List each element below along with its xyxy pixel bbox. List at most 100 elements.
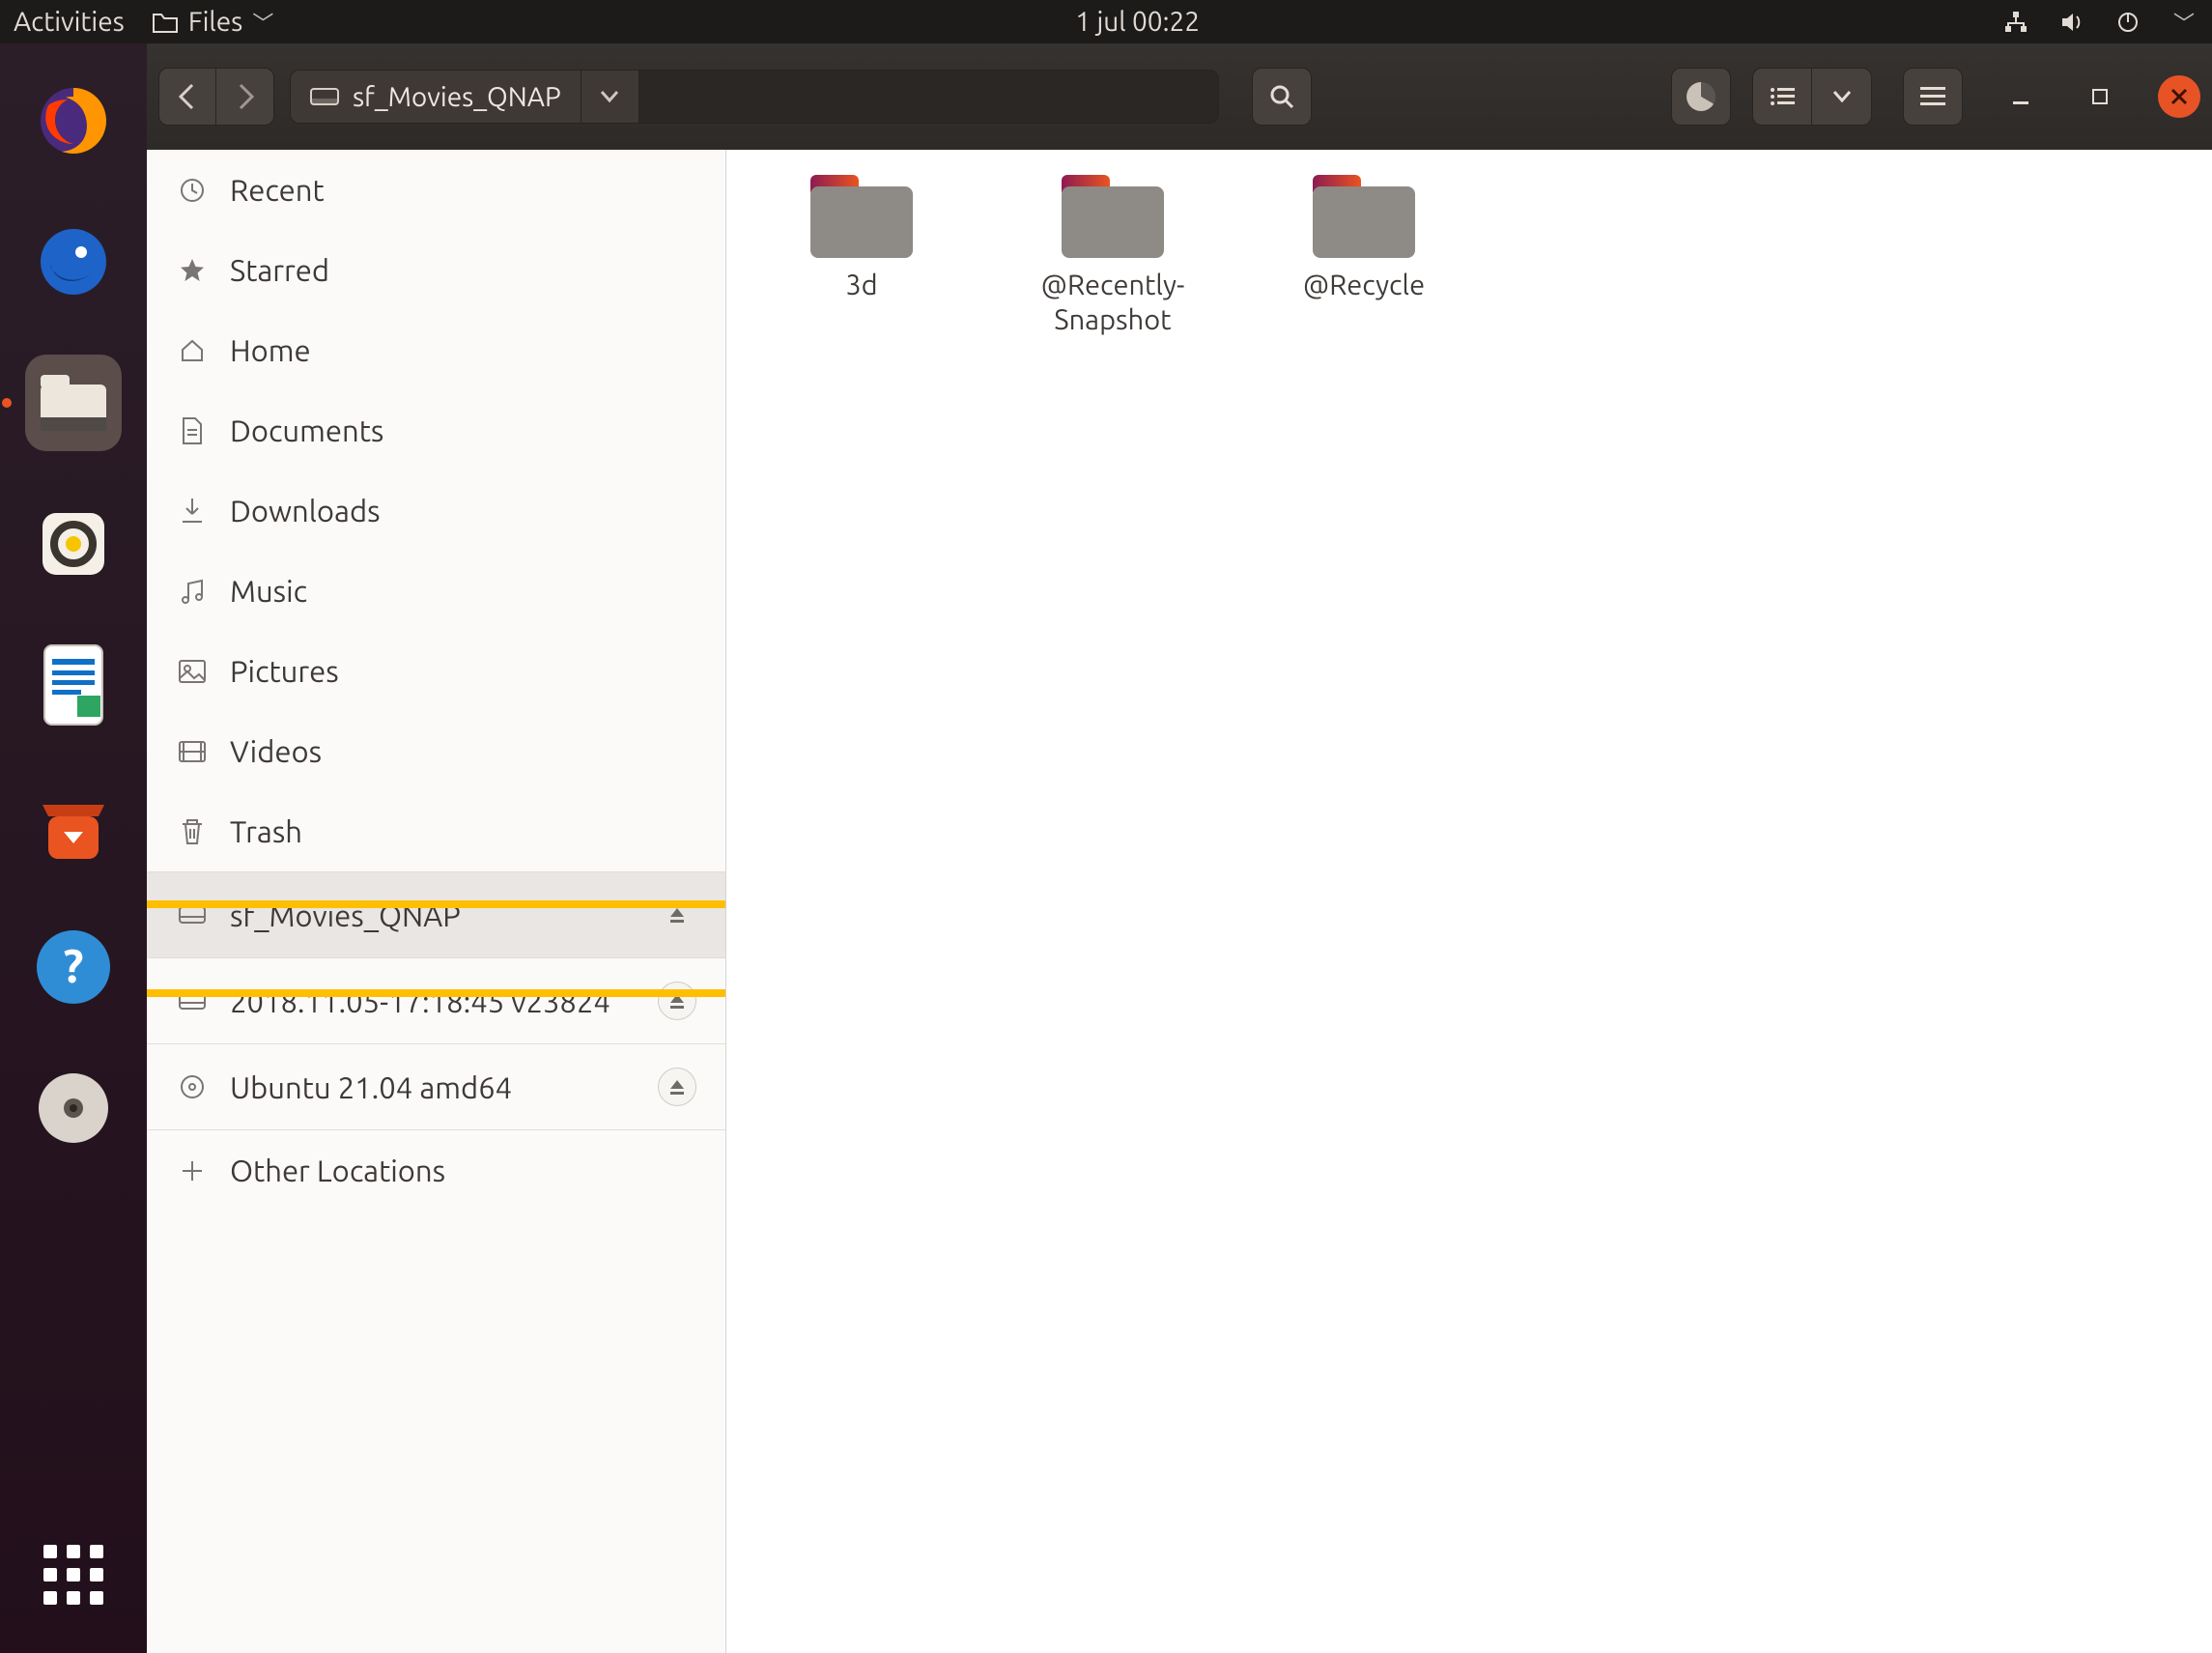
- folder-label: @Recently-Snapshot: [1016, 268, 1209, 338]
- activities-button[interactable]: Activities: [14, 7, 125, 37]
- dock-item-libreoffice-writer[interactable]: [25, 637, 122, 733]
- music-icon: [176, 578, 209, 605]
- svg-text:?: ?: [63, 940, 83, 992]
- network-icon[interactable]: [2001, 11, 2030, 34]
- power-icon[interactable]: [2113, 11, 2142, 34]
- path-bar-dropdown[interactable]: [581, 70, 639, 124]
- sidebar-item-videos[interactable]: Videos: [147, 711, 725, 791]
- view-dropdown-button[interactable]: [1812, 68, 1872, 126]
- home-icon: [176, 337, 209, 364]
- dock-item-rhythmbox[interactable]: [25, 496, 122, 592]
- eject-button[interactable]: [658, 982, 696, 1020]
- star-icon: [176, 257, 209, 284]
- disc-icon: [176, 1073, 209, 1100]
- dock-item-ubuntu-software[interactable]: [25, 778, 122, 874]
- sidebar-item-label: Recent: [230, 173, 325, 207]
- sidebar-item-ubuntu-iso[interactable]: Ubuntu 21.04 amd64: [147, 1044, 725, 1129]
- dock-item-files[interactable]: [25, 355, 122, 451]
- sidebar-item-label: Pictures: [230, 654, 339, 688]
- folder-icon: [810, 175, 913, 258]
- sidebar-item-snapshot-volume[interactable]: 2018.11.05-17:18:45 v23824: [147, 958, 725, 1043]
- sidebar-item-label: Videos: [230, 734, 322, 768]
- sidebar-item-recent[interactable]: Recent: [147, 150, 725, 230]
- dock-item-help[interactable]: ?: [25, 919, 122, 1015]
- sidebar-item-label: Other Locations: [230, 1154, 445, 1187]
- chevron-left-icon: [177, 83, 198, 110]
- eject-icon: [668, 1078, 686, 1096]
- clock-icon: [176, 177, 209, 204]
- folder-item[interactable]: @Recycle: [1267, 175, 1460, 302]
- sidebar-item-downloads[interactable]: Downloads: [147, 470, 725, 551]
- view-list-button[interactable]: [1752, 68, 1812, 126]
- show-applications-button[interactable]: [43, 1545, 103, 1605]
- nav-forward-button[interactable]: [216, 68, 274, 126]
- path-bar-empty[interactable]: [639, 70, 1219, 124]
- eject-button[interactable]: [658, 1068, 696, 1106]
- eject-button[interactable]: [658, 896, 696, 934]
- dock-item-thunderbird[interactable]: [25, 214, 122, 310]
- sidebar-item-trash[interactable]: Trash: [147, 791, 725, 871]
- hamburger-icon: [1920, 87, 1945, 106]
- sidebar-item-documents[interactable]: Documents: [147, 390, 725, 470]
- system-menu-chevron-icon[interactable]: ﹀: [2169, 7, 2198, 38]
- sidebar-item-label: Starred: [230, 253, 329, 287]
- sidebar-item-label: sf_Movies_QNAP: [230, 898, 461, 932]
- sidebar-item-other-locations[interactable]: Other Locations: [147, 1130, 725, 1211]
- folder-label: @Recycle: [1303, 268, 1425, 302]
- gnome-top-panel: Activities Files ﹀ 1 jul 00:22 ﹀: [0, 0, 2212, 43]
- sidebar-item-sf-movies-qnap[interactable]: sf_Movies_QNAP: [147, 872, 725, 957]
- sidebar-item-label: Home: [230, 333, 311, 367]
- sidebar-item-home[interactable]: Home: [147, 310, 725, 390]
- sidebar-item-label: Trash: [230, 814, 302, 848]
- videos-icon: [176, 740, 209, 763]
- window-close-button[interactable]: [2158, 75, 2200, 118]
- drive-icon: [176, 903, 209, 926]
- downloads-icon: [176, 497, 209, 526]
- window-minimize-button[interactable]: [1999, 75, 2042, 118]
- hamburger-menu-button[interactable]: [1903, 68, 1963, 126]
- search-button[interactable]: [1252, 68, 1312, 126]
- folder-label: 3d: [845, 268, 877, 302]
- sidebar-item-label: Downloads: [230, 494, 381, 527]
- eject-icon: [668, 906, 686, 924]
- folder-icon: [1313, 175, 1415, 258]
- chevron-right-icon: [235, 83, 256, 110]
- documents-icon: [176, 416, 209, 445]
- sidebar-item-label: 2018.11.05-17:18:45 v23824: [230, 984, 610, 1018]
- app-menu-files[interactable]: Files ﹀: [152, 7, 274, 38]
- maximize-icon: [2090, 87, 2110, 106]
- icon-view[interactable]: 3d @Recently-Snapshot @Recycle: [726, 150, 2212, 1653]
- nav-back-button[interactable]: [158, 68, 216, 126]
- files-window: sf_Movies_QNAP: [147, 43, 2212, 1653]
- sidebar-item-starred[interactable]: Starred: [147, 230, 725, 310]
- drive-icon: [176, 989, 209, 1012]
- list-view-icon: [1770, 87, 1795, 106]
- trash-icon: [176, 817, 209, 846]
- drive-icon: [310, 85, 339, 108]
- path-bar-label: sf_Movies_QNAP: [353, 82, 561, 112]
- dock-item-optical-disc[interactable]: [25, 1060, 122, 1156]
- dock-item-firefox[interactable]: [25, 72, 122, 169]
- pictures-icon: [176, 659, 209, 684]
- folder-icon: [1062, 175, 1164, 258]
- folder-item[interactable]: @Recently-Snapshot: [1016, 175, 1209, 338]
- chevron-down-icon: [1832, 90, 1852, 103]
- volume-icon[interactable]: [2057, 11, 2086, 34]
- chevron-down-icon: [600, 90, 619, 103]
- sidebar-item-music[interactable]: Music: [147, 551, 725, 631]
- window-maximize-button[interactable]: [2079, 75, 2121, 118]
- chevron-down-icon: ﹀: [252, 7, 273, 38]
- places-sidebar: Recent Starred Home Documents Downloads: [147, 150, 726, 1653]
- headerbar: sf_Movies_QNAP: [147, 43, 2212, 150]
- pie-chart-icon: [1687, 82, 1716, 111]
- folder-item[interactable]: 3d: [765, 175, 958, 302]
- sidebar-item-pictures[interactable]: Pictures: [147, 631, 725, 711]
- path-bar-location[interactable]: sf_Movies_QNAP: [290, 70, 581, 124]
- sidebar-item-label: Documents: [230, 413, 383, 447]
- ubuntu-dock: ?: [0, 43, 147, 1653]
- panel-clock[interactable]: 1 jul 00:22: [273, 7, 2001, 37]
- minimize-icon: [2011, 87, 2030, 106]
- sidebar-item-label: Ubuntu 21.04 amd64: [230, 1070, 512, 1104]
- disk-usage-button[interactable]: [1671, 68, 1731, 126]
- plus-icon: [176, 1158, 209, 1183]
